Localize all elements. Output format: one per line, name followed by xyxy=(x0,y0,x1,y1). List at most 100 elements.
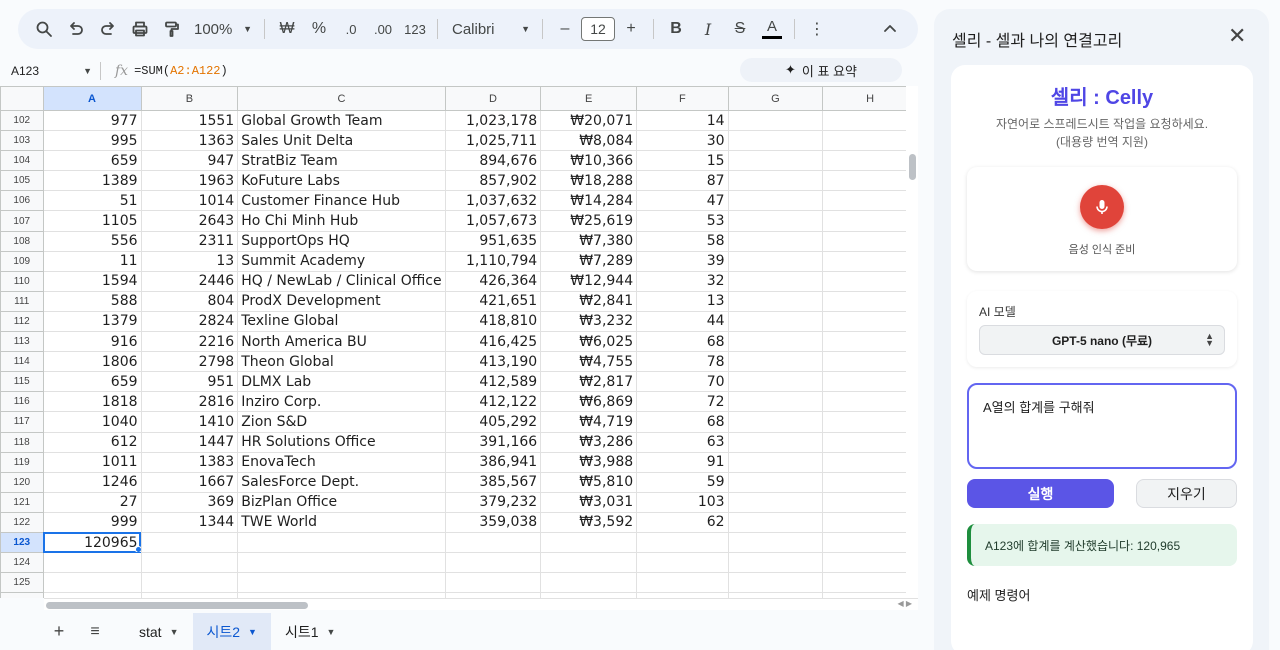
cell-b[interactable]: 1014 xyxy=(140,190,239,212)
zoom-select[interactable]: 100% ▼ xyxy=(188,15,258,43)
cell-b[interactable]: 1551 xyxy=(140,109,239,132)
cell-e[interactable]: ₩14,284 xyxy=(540,190,638,212)
cell-f[interactable] xyxy=(636,572,729,594)
cell-h[interactable] xyxy=(822,411,918,433)
font-size-decrease-button[interactable]: – xyxy=(549,15,581,43)
column-header-d[interactable]: D xyxy=(444,86,542,111)
row-header[interactable]: 106 xyxy=(0,190,44,212)
row-header[interactable]: 121 xyxy=(0,491,44,513)
cell-c[interactable]: HR Solutions Office xyxy=(237,431,446,453)
row-header[interactable]: 111 xyxy=(0,290,44,312)
cell-e[interactable]: ₩18,288 xyxy=(540,170,638,192)
cell-d[interactable] xyxy=(444,572,542,594)
cell-c[interactable]: Theon Global xyxy=(237,351,446,373)
cell-a[interactable]: 1040 xyxy=(42,411,142,433)
add-sheet-button[interactable]: + xyxy=(41,621,77,642)
cell-g[interactable] xyxy=(727,531,824,554)
cell-f[interactable]: 103 xyxy=(636,491,729,513)
row-header[interactable]: 125 xyxy=(0,572,44,594)
column-header-a[interactable]: A xyxy=(42,86,142,111)
cell-b[interactable]: 2798 xyxy=(140,351,239,373)
row-header[interactable]: 104 xyxy=(0,150,44,172)
caret-down-icon[interactable]: ▼ xyxy=(248,627,257,637)
cell-e[interactable]: ₩6,025 xyxy=(540,331,638,353)
row-header[interactable]: 115 xyxy=(0,371,44,393)
name-box[interactable]: A123 ▼ xyxy=(0,64,100,78)
cell-h[interactable] xyxy=(822,451,918,473)
cell-a[interactable]: 1389 xyxy=(42,170,142,192)
microphone-button[interactable] xyxy=(1080,185,1124,229)
cell-f[interactable]: 68 xyxy=(636,331,729,353)
cell-e[interactable]: ₩3,286 xyxy=(540,431,638,453)
cell-e[interactable]: ₩2,817 xyxy=(540,371,638,393)
cell-c[interactable]: BizPlan Office xyxy=(237,491,446,513)
cell-h[interactable] xyxy=(822,310,918,333)
cell-b[interactable]: 1383 xyxy=(140,451,239,473)
cell-g[interactable] xyxy=(727,371,824,393)
cell-e[interactable]: ₩3,031 xyxy=(540,491,638,513)
cell-d[interactable]: 391,166 xyxy=(444,431,542,453)
redo-icon[interactable] xyxy=(92,15,124,43)
cell-d[interactable]: 1,037,632 xyxy=(444,190,542,212)
cell-a[interactable]: 1011 xyxy=(42,451,142,473)
model-select[interactable]: GPT-5 nano (무료) ▲ ▼ xyxy=(979,325,1225,355)
row-header[interactable]: 119 xyxy=(0,451,44,473)
cell-h[interactable] xyxy=(822,210,918,232)
cell-e[interactable] xyxy=(540,572,638,594)
cell-d[interactable]: 1,023,178 xyxy=(444,109,542,132)
cell-g[interactable] xyxy=(727,250,824,272)
cell-g[interactable] xyxy=(727,391,824,413)
cell-h[interactable] xyxy=(822,572,918,594)
cell-e[interactable]: ₩4,719 xyxy=(540,411,638,433)
cell-d[interactable]: 421,651 xyxy=(444,290,542,312)
cell-b[interactable] xyxy=(140,531,239,554)
cell-a[interactable]: 995 xyxy=(42,130,142,152)
cell-h[interactable] xyxy=(822,511,918,533)
cell-f[interactable]: 68 xyxy=(636,411,729,433)
collapse-toolbar-icon[interactable] xyxy=(874,15,906,43)
font-size-input[interactable]: 12 xyxy=(581,17,615,41)
caret-down-icon[interactable]: ▼ xyxy=(170,627,179,637)
cell-c[interactable]: TWE World xyxy=(237,511,446,533)
cell-c[interactable]: StratBiz Team xyxy=(237,150,446,172)
row-header[interactable]: 117 xyxy=(0,411,44,433)
vertical-scrollbar[interactable] xyxy=(906,86,918,598)
command-input[interactable] xyxy=(967,383,1237,469)
column-header-f[interactable]: F xyxy=(636,86,729,111)
cell-a[interactable]: 659 xyxy=(42,150,142,172)
cell-f[interactable]: 30 xyxy=(636,130,729,152)
run-button[interactable]: 실행 xyxy=(967,479,1114,508)
cell-g[interactable] xyxy=(727,431,824,453)
clear-button[interactable]: 지우기 xyxy=(1136,479,1237,508)
cell-e[interactable]: ₩25,619 xyxy=(540,210,638,232)
cell-h[interactable] xyxy=(822,130,918,152)
cell-b[interactable]: 369 xyxy=(140,491,239,513)
cell-d[interactable]: 1,057,673 xyxy=(444,210,542,232)
row-header[interactable]: 126 xyxy=(0,592,44,598)
cell-d[interactable]: 416,425 xyxy=(444,331,542,353)
cell-e[interactable]: ₩7,289 xyxy=(540,250,638,272)
cell-c[interactable]: SalesForce Dept. xyxy=(237,471,446,493)
column-header-g[interactable]: G xyxy=(727,86,824,111)
cell-g[interactable] xyxy=(727,109,824,132)
cell-c[interactable]: KoFuture Labs xyxy=(237,170,446,192)
font-size-increase-button[interactable]: + xyxy=(615,15,647,43)
cell-c[interactable]: Ho Chi Minh Hub xyxy=(237,210,446,232)
cell-f[interactable]: 87 xyxy=(636,170,729,192)
cell-c[interactable]: DLMX Lab xyxy=(237,371,446,393)
sheet-tab-sheet2[interactable]: 시트2 ▼ xyxy=(192,613,271,650)
strikethrough-button[interactable]: S xyxy=(724,15,756,43)
cell-h[interactable] xyxy=(822,491,918,513)
cell-g[interactable] xyxy=(727,471,824,493)
cell-f[interactable]: 58 xyxy=(636,230,729,252)
cell-d[interactable] xyxy=(444,552,542,574)
cell-g[interactable] xyxy=(727,331,824,353)
column-header-h[interactable]: H xyxy=(822,86,918,111)
cell-f[interactable]: 78 xyxy=(636,351,729,373)
cell-f[interactable]: 14 xyxy=(636,109,729,132)
cell-f[interactable]: 53 xyxy=(636,210,729,232)
cell-a[interactable]: 999 xyxy=(42,511,142,533)
row-header[interactable]: 124 xyxy=(0,552,44,574)
cell-a[interactable] xyxy=(42,552,142,574)
cell-e[interactable]: ₩6,869 xyxy=(540,391,638,413)
